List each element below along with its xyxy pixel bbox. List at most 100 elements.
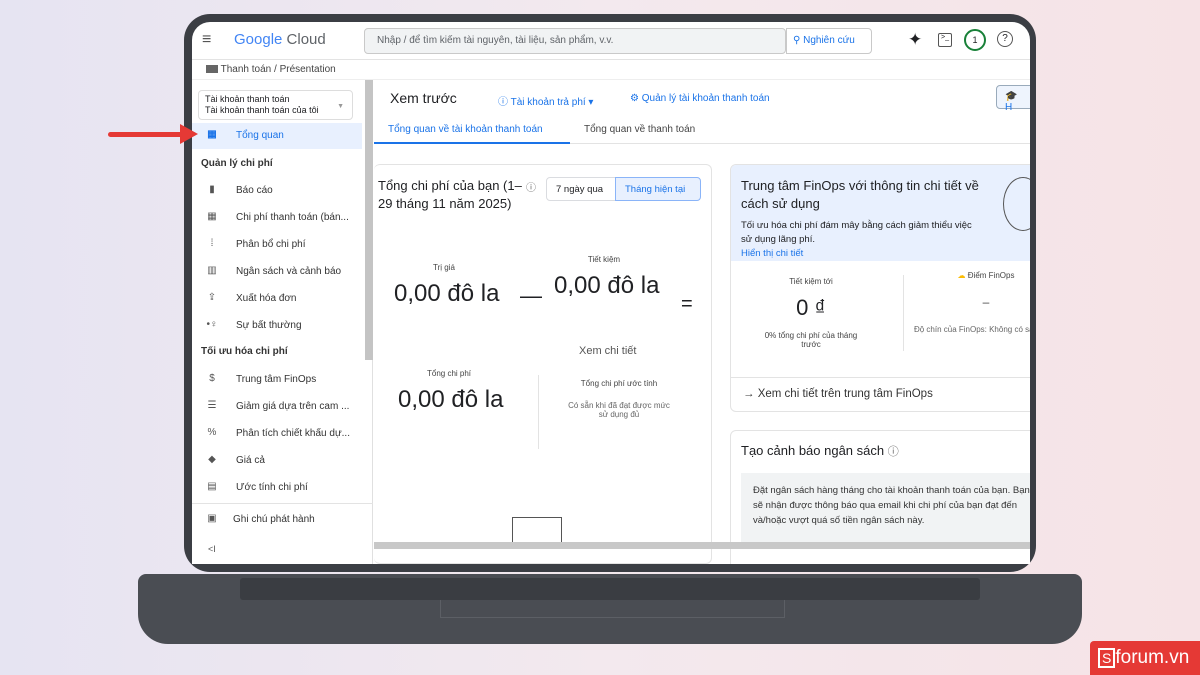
help-icon[interactable]: ⓘ	[526, 179, 536, 194]
notification-badge[interactable]: 1	[964, 29, 986, 51]
finops-details-label: Xem chi tiết trên trung tâm FinOps	[757, 388, 933, 400]
finops-score-value: –	[982, 295, 990, 309]
divider	[538, 375, 539, 449]
watermark-logo: Sforum.vn	[1090, 641, 1200, 675]
bar-chart-icon: ▮	[209, 184, 215, 195]
sidebar-item-label: Chi phí thanh toán (bán...	[236, 212, 349, 223]
view-details-link[interactable]: Xem chi tiết	[579, 345, 636, 357]
screen: ≡ Google Cloud Nhập / để tìm kiếm tài ng…	[192, 22, 1030, 564]
account-value: Tài khoản thanh toán của tôi	[205, 105, 319, 115]
cost-card-title: Tổng chi phí của bạn (1–29 tháng 11 năm …	[378, 178, 522, 211]
search-input[interactable]: Nhập / để tìm kiếm tài nguyên, tài liệu,…	[364, 28, 786, 54]
budget-icon: ▥	[207, 265, 217, 276]
tab-billing-overview[interactable]: Tổng quan về thanh toán	[584, 124, 695, 135]
sidebar-item-reports[interactable]: ▮ Báo cáo	[192, 178, 362, 204]
manage-billing-button[interactable]: ⚙ Quản lý tài khoản thanh toán	[630, 93, 770, 104]
menu-icon[interactable]: ≡	[202, 31, 211, 49]
minus-sign: —	[520, 283, 542, 308]
sidebar-item-label: Sự bất thường	[236, 320, 302, 331]
main-content: Xem trước ⓘ Tài khoản trả phí ▾ ⚙ Quản l…	[374, 80, 1030, 564]
logo-google: Google	[234, 31, 283, 48]
range-7-days[interactable]: 7 ngày qua	[556, 184, 603, 195]
manage-billing-label: Quản lý tài khoản thanh toán	[641, 93, 770, 104]
billing-account-select[interactable]: Tài khoản thanh toán Tài khoản thanh toá…	[198, 90, 353, 120]
release-notes-icon: ▣	[207, 513, 217, 524]
allocation-icon: ⁞	[210, 238, 214, 249]
sidebar: Tài khoản thanh toán Tài khoản thanh toá…	[192, 80, 373, 564]
account-type-dropdown[interactable]: ⓘ Tài khoản trả phí ▾	[498, 93, 593, 108]
watermark-text: forum.vn	[1115, 647, 1190, 668]
sidebar-item-cost-allocation[interactable]: ⁞ Phân bổ chi phí	[192, 232, 362, 258]
sidebar-item-label: Phân tích chiết khấu dự...	[236, 428, 350, 439]
top-bar: ≡ Google Cloud Nhập / để tìm kiếm tài ng…	[192, 22, 1030, 60]
sidebar-item-label: Giảm giá dựa trên cam ...	[236, 401, 350, 412]
cloud-shell-icon[interactable]: >_	[938, 33, 952, 47]
breadcrumb-root[interactable]: Thanh toán	[221, 64, 272, 75]
forecast-note: Có sẵn khi đã đạt được mức sử dụng đủ	[568, 401, 670, 419]
show-details-link[interactable]: Hiển thị chi tiết	[741, 248, 803, 259]
cost-card: Tổng chi phí của bạn (1–29 tháng 11 năm …	[374, 164, 712, 564]
breadcrumb-separator: /	[274, 64, 277, 75]
sidebar-item-commitments[interactable]: ☰ Giảm giá dựa trên cam ...	[192, 394, 362, 420]
sidebar-item-label: Trung tâm FinOps	[236, 374, 317, 385]
breadcrumb-current: Présentation	[279, 64, 336, 75]
sidebar-item-label: Phân bổ chi phí	[236, 239, 306, 250]
anomaly-icon: •♀	[206, 319, 218, 330]
finops-score-label: ☁ Điểm FinOps	[936, 271, 1030, 280]
sidebar-item-label: Ước tính chi phí	[236, 482, 308, 493]
budget-title: Tạo cảnh báo ngân sách ⓘ	[741, 443, 899, 459]
sidebar-item-budgets[interactable]: ▥ Ngân sách và cảnh báo	[192, 259, 362, 285]
laptop-touchpad	[440, 600, 785, 618]
logo[interactable]: Google Cloud	[234, 31, 326, 48]
budget-desc: Đặt ngân sách hàng tháng cho tài khoản t…	[741, 473, 1030, 543]
total-amount: 0,00 đô la	[398, 386, 504, 413]
score-label-text: Điểm FinOps	[967, 271, 1015, 280]
help-icon[interactable]: ?	[997, 31, 1013, 47]
sidebar-item-anomalies[interactable]: •♀ Sự bất thường	[192, 313, 362, 339]
sidebar-item-discount-analysis[interactable]: % Phân tích chiết khấu dự...	[192, 421, 362, 447]
learn-button[interactable]: 🎓 H	[996, 85, 1030, 113]
horizontal-scrollbar[interactable]	[374, 542, 1030, 549]
sidebar-item-label: Giá cả	[236, 455, 265, 466]
calculator-icon: ▤	[207, 481, 217, 492]
finops-card: Trung tâm FinOps với thông tin chi tiết …	[730, 164, 1030, 412]
account-label: Tài khoản thanh toán	[205, 94, 290, 104]
savings-amount: 0,00 đô la	[554, 272, 660, 299]
tabs: Tổng quan về tài khoản thanh toán Tổng q…	[374, 118, 1030, 144]
date-range-toggle: 7 ngày qua Tháng hiện tại	[546, 177, 701, 201]
learn-label: H	[1005, 102, 1013, 113]
help-icon[interactable]: ⓘ	[888, 446, 899, 458]
sidebar-item-label: Ghi chú phát hành	[233, 514, 315, 525]
finops-desc: Tối ưu hóa chi phí đám mây bằng cách giả…	[741, 220, 972, 245]
savings-label: Tiết kiệm	[587, 255, 621, 264]
divider	[192, 503, 373, 504]
upload-icon: ⇪	[207, 292, 217, 303]
total-label: Tổng chi phí	[426, 369, 472, 378]
sidebar-item-estimate[interactable]: ▤ Ước tính chi phí	[192, 475, 362, 501]
collapse-sidebar-button[interactable]: <I	[208, 544, 216, 554]
laptop-keyboard	[240, 578, 980, 600]
tab-billing-account-overview[interactable]: Tổng quan về tài khoản thanh toán	[374, 118, 570, 144]
search-button[interactable]: ⚲ Nghiên cứu	[786, 28, 872, 54]
sidebar-item-invoice-export[interactable]: ⇪ Xuất hóa đơn	[192, 286, 362, 312]
gemini-sparkle-icon[interactable]: ✦	[908, 30, 922, 50]
sidebar-item-label: Tổng quan	[236, 130, 284, 141]
sidebar-item-pricing[interactable]: ◆ Giá cả	[192, 448, 362, 474]
sidebar-item-release-notes[interactable]: ▣ Ghi chú phát hành	[192, 507, 362, 533]
sidebar-item-label: Ngân sách và cảnh báo	[236, 266, 342, 277]
sidebar-item-overview[interactable]: ▦ Tổng quan	[192, 123, 362, 149]
sidebar-item-finops-hub[interactable]: $ Trung tâm FinOps	[192, 367, 362, 393]
finops-savings-note: 0% tổng chi phí của tháng trước	[764, 331, 858, 349]
range-current-month[interactable]: Tháng hiện tại	[615, 177, 701, 201]
billing-icon	[206, 65, 218, 74]
sidebar-scrollbar[interactable]	[365, 80, 373, 360]
sidebar-item-label: Báo cáo	[236, 185, 273, 196]
finops-title: Trung tâm FinOps với thông tin chi tiết …	[741, 178, 979, 211]
section-cost-management: Quản lý chi phí	[201, 158, 273, 169]
finops-savings-label: Tiết kiệm tới	[789, 277, 833, 286]
divider	[903, 275, 904, 351]
sidebar-item-billing-costs[interactable]: ▦ Chi phí thanh toán (bán...	[192, 205, 362, 231]
cloud-icon: ☁	[957, 271, 966, 280]
finops-details-link[interactable]: → Xem chi tiết trên trung tâm FinOps	[731, 377, 1030, 410]
value-amount: 0,00 đô la	[394, 280, 500, 307]
